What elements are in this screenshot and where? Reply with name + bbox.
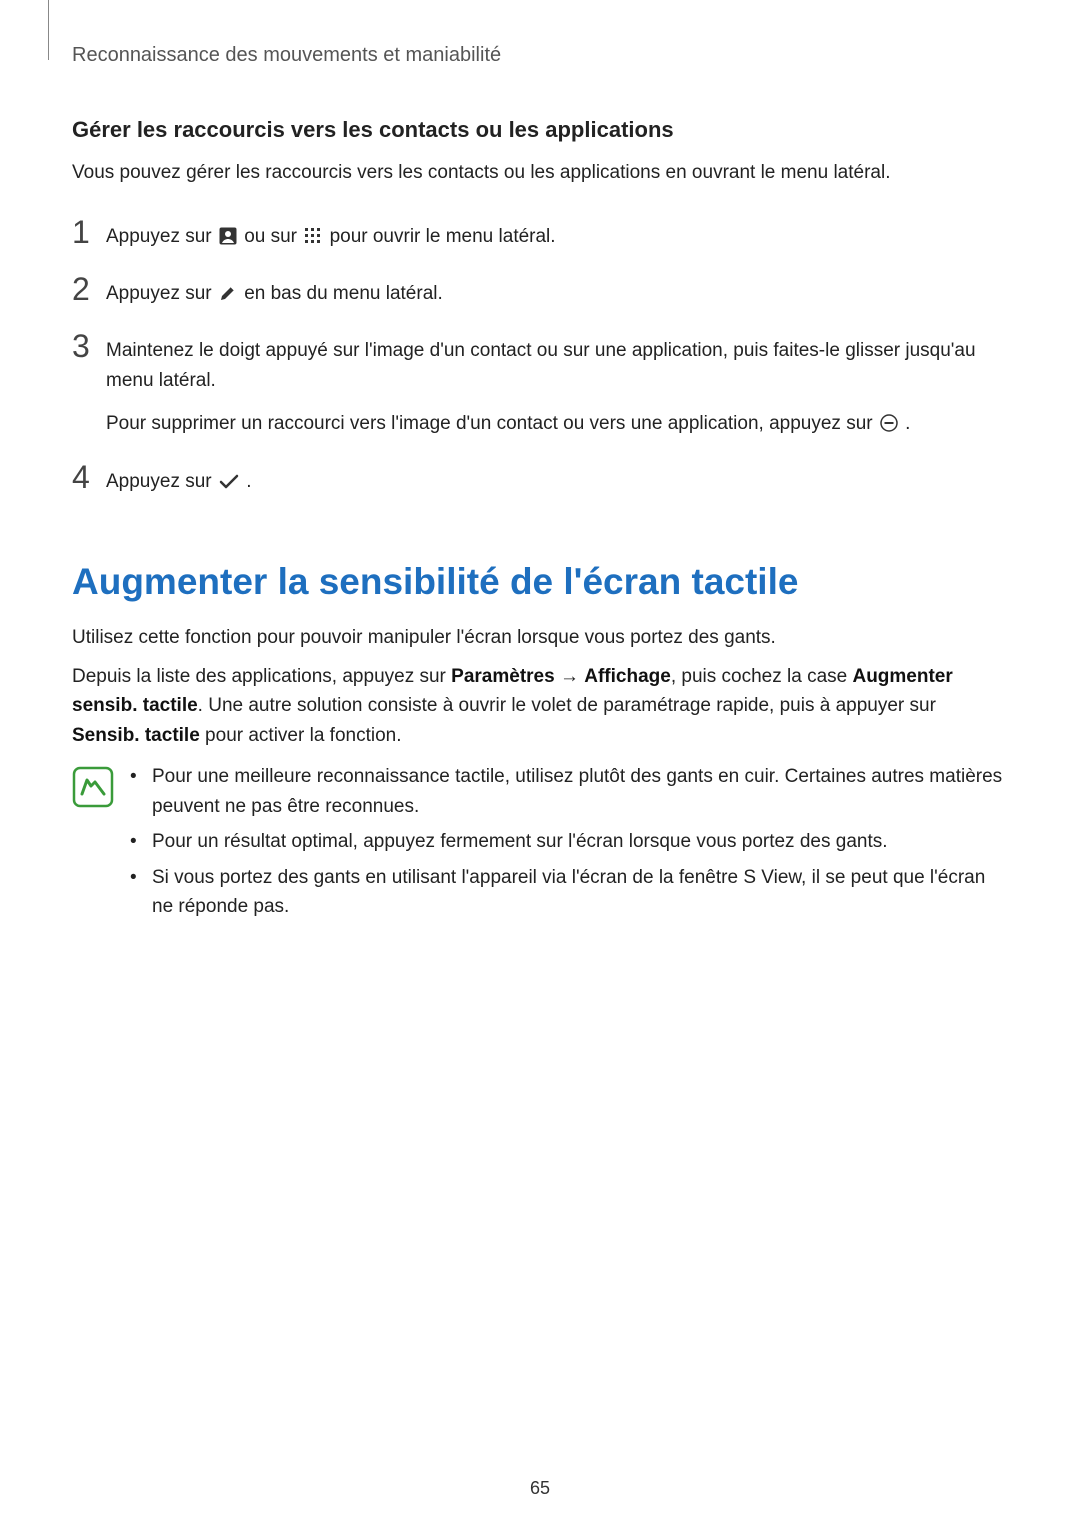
- body-paragraph: Depuis la liste des applications, appuye…: [72, 662, 1008, 750]
- bullet-text: Pour une meilleure reconnaissance tactil…: [152, 762, 1008, 821]
- step-text: Appuyez sur: [106, 226, 217, 247]
- bold-text: Paramètres: [451, 666, 555, 687]
- step-2: 2 Appuyez sur en bas du menu latéral.: [72, 273, 1008, 308]
- step-body: Maintenez le doigt appuyé sur l'image d'…: [106, 330, 1008, 438]
- step-text: Appuyez sur: [106, 471, 217, 492]
- bold-text: Affichage: [584, 666, 671, 687]
- contact-icon: [219, 227, 237, 245]
- step-list: 1 Appuyez sur ou sur: [72, 216, 1008, 497]
- step-4: 4 Appuyez sur .: [72, 461, 1008, 496]
- step-number: 1: [72, 216, 106, 248]
- step-text: .: [246, 471, 251, 492]
- bullet-text: Si vous portez des gants en utilisant l'…: [152, 863, 1008, 922]
- check-icon: [219, 474, 239, 490]
- step-1: 1 Appuyez sur ou sur: [72, 216, 1008, 251]
- apps-grid-icon: [304, 227, 322, 245]
- step-3: 3 Maintenez le doigt appuyé sur l'image …: [72, 330, 1008, 438]
- text: Depuis la liste des applications, appuye…: [72, 666, 451, 687]
- step-text: Maintenez le doigt appuyé sur l'image d'…: [106, 336, 1008, 395]
- bullet-dot: •: [130, 827, 152, 856]
- section-title-shortcuts: Gérer les raccourcis vers les contacts o…: [72, 117, 1008, 143]
- step-body: Appuyez sur .: [106, 461, 251, 496]
- bullet-text: Pour un résultat optimal, appuyez fermem…: [152, 827, 1008, 856]
- text: , puis cochez la case: [671, 666, 853, 687]
- step-body: Appuyez sur ou sur: [106, 216, 556, 251]
- note-bullet: • Si vous portez des gants en utilisant …: [130, 863, 1008, 922]
- minus-circle-icon: [880, 414, 898, 432]
- note-block: • Pour une meilleure reconnaissance tact…: [72, 762, 1008, 927]
- section-intro: Vous pouvez gérer les raccourcis vers le…: [72, 159, 1008, 188]
- note-bullet: • Pour un résultat optimal, appuyez ferm…: [130, 827, 1008, 856]
- manual-page: Reconnaissance des mouvements et maniabi…: [0, 0, 1080, 1527]
- step-text: .: [905, 413, 910, 434]
- section-title-sensitivity: Augmenter la sensibilité de l'écran tact…: [72, 560, 1008, 604]
- bold-text: Sensib. tactile: [72, 725, 200, 746]
- text: pour activer la fonction.: [200, 725, 402, 746]
- step-text: Pour supprimer un raccourci vers l'image…: [106, 413, 878, 434]
- step-text: Appuyez sur: [106, 283, 217, 304]
- bullet-dot: •: [130, 863, 152, 922]
- bullet-dot: •: [130, 762, 152, 821]
- step-text: en bas du menu latéral.: [244, 283, 443, 304]
- arrow-text: →: [555, 666, 585, 687]
- note-bullets: • Pour une meilleure reconnaissance tact…: [120, 762, 1008, 927]
- pen-icon: [219, 284, 237, 302]
- step-text: ou sur: [244, 226, 302, 247]
- note-icon: [72, 762, 120, 813]
- page-number: 65: [0, 1478, 1080, 1499]
- step-number: 2: [72, 273, 106, 305]
- step-body: Appuyez sur en bas du menu latéral.: [106, 273, 443, 308]
- note-bullet: • Pour une meilleure reconnaissance tact…: [130, 762, 1008, 821]
- page-left-rule: [48, 0, 49, 60]
- body-paragraph: Utilisez cette fonction pour pouvoir man…: [72, 623, 1008, 652]
- step-number: 4: [72, 461, 106, 493]
- running-header: Reconnaissance des mouvements et maniabi…: [72, 44, 1008, 67]
- step-text: pour ouvrir le menu latéral.: [330, 226, 556, 247]
- step-number: 3: [72, 330, 106, 362]
- text: . Une autre solution consiste à ouvrir l…: [198, 695, 936, 716]
